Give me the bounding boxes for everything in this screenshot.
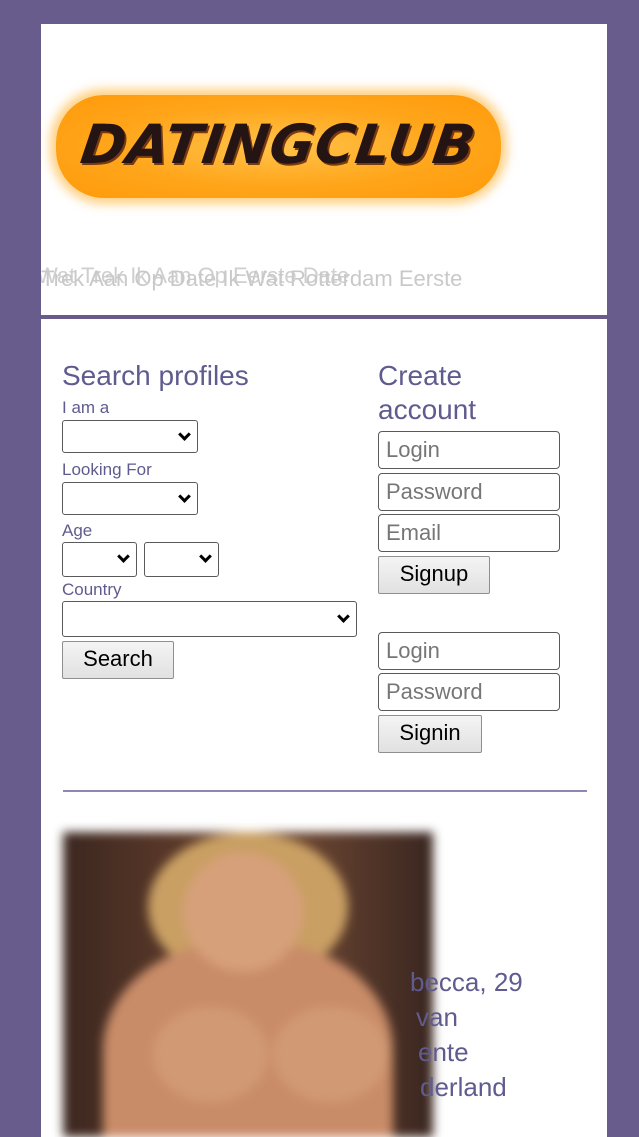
signin-login-field[interactable]: Login bbox=[378, 632, 560, 670]
chevron-down-icon bbox=[117, 550, 130, 563]
photo-shape-left bbox=[153, 1007, 268, 1102]
chevron-down-icon bbox=[178, 428, 191, 441]
search-profiles-title: Search profiles bbox=[62, 360, 249, 391]
section-divider bbox=[63, 790, 587, 792]
signup-email-field[interactable]: Email bbox=[378, 514, 560, 552]
header-divider bbox=[41, 315, 607, 319]
signup-login-field[interactable]: Login bbox=[378, 431, 560, 469]
chevron-down-icon bbox=[337, 610, 350, 623]
site-logo[interactable]: DATINGCLUB bbox=[56, 95, 501, 198]
chevron-down-icon bbox=[199, 550, 212, 563]
search-button[interactable]: Search bbox=[62, 641, 174, 679]
profile-line-4: derland bbox=[420, 1072, 507, 1102]
i-am-select[interactable] bbox=[62, 420, 198, 453]
profile-photo[interactable] bbox=[63, 832, 433, 1137]
create-account-title-line-2: account bbox=[378, 394, 477, 425]
photo-shape-right bbox=[273, 1007, 388, 1102]
profile-line-3: ente bbox=[418, 1037, 469, 1067]
signin-button[interactable]: Signin bbox=[378, 715, 482, 753]
age-min-select[interactable] bbox=[62, 542, 137, 577]
age-max-select[interactable] bbox=[144, 542, 219, 577]
i-am-label: I am a bbox=[62, 398, 110, 417]
logo-text: DATINGCLUB bbox=[77, 113, 480, 176]
tagline: Wat Trek Ik Aan Op Eerste Date Trek Aan … bbox=[41, 263, 607, 299]
photo-face bbox=[183, 852, 303, 972]
looking-for-select[interactable] bbox=[62, 482, 198, 515]
country-select[interactable] bbox=[62, 601, 357, 637]
profile-name-age[interactable]: becca, 29 bbox=[410, 965, 523, 1000]
create-account-title-line-1: Create bbox=[378, 360, 463, 391]
profile-line-2: van bbox=[416, 1002, 458, 1032]
signup-password-field[interactable]: Password bbox=[378, 473, 560, 511]
signup-button[interactable]: Signup bbox=[378, 556, 490, 594]
age-label: Age bbox=[62, 521, 93, 540]
signin-password-field[interactable]: Password bbox=[378, 673, 560, 711]
country-label: Country bbox=[62, 580, 122, 599]
looking-for-label: Looking For bbox=[62, 460, 152, 479]
tagline-line-2: Trek Aan Op Date Ik Wat Rotterdam Eerste bbox=[41, 266, 463, 291]
chevron-down-icon bbox=[178, 490, 191, 503]
